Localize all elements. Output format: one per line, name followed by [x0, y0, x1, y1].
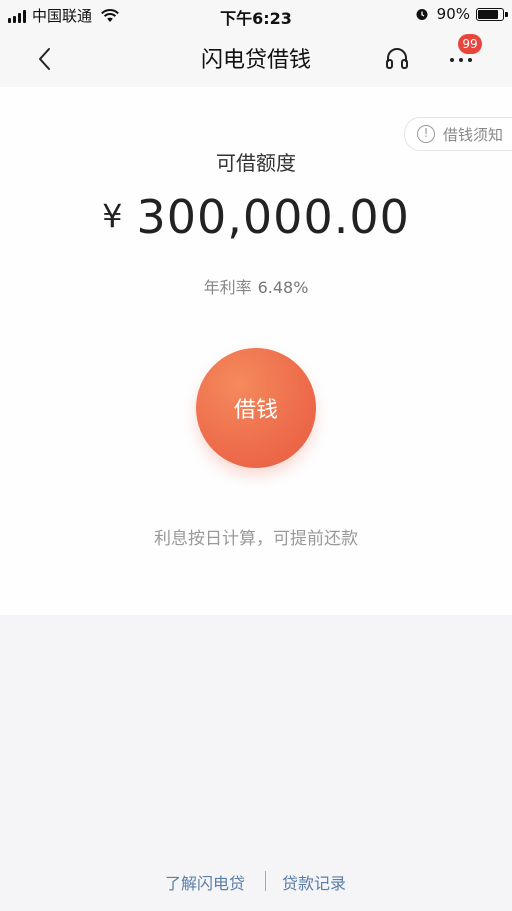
currency-symbol: ¥	[102, 197, 123, 235]
available-limit-label: 可借额度	[216, 151, 296, 175]
amount-value: 300,000.00	[136, 190, 410, 244]
annual-rate: 年利率 6.48%	[0, 274, 512, 298]
page-title: 闪电贷借钱	[200, 48, 311, 73]
battery-percent: 90%	[436, 5, 470, 23]
battery-fill	[478, 9, 498, 19]
battery-icon	[476, 7, 508, 21]
customer-service-button[interactable]	[382, 44, 412, 74]
footer-divider	[265, 871, 266, 891]
footer-links: 了解闪电贷 贷款记录	[0, 870, 512, 894]
available-amount: ¥300,000.00	[0, 190, 512, 244]
alarm-icon	[416, 9, 428, 20]
rate-label: 年利率	[203, 278, 252, 297]
interest-note: 利息按日计算，可提前还款	[154, 529, 358, 549]
loan-records-link[interactable]: 贷款记录	[282, 870, 346, 894]
status-right: 90%	[415, 5, 508, 23]
notification-badge: 99	[458, 34, 482, 54]
headset-icon	[386, 48, 408, 69]
rate-value: 6.48%	[257, 278, 309, 297]
learn-more-link[interactable]: 了解闪电贷	[165, 870, 245, 894]
borrow-button-label: 借钱	[233, 398, 278, 423]
status-bar: 中国联通 下午6:23 90%	[0, 0, 512, 30]
borrow-notice-label: 借钱须知	[442, 125, 503, 144]
info-icon: !	[416, 125, 435, 143]
borrow-button[interactable]: 借钱	[196, 348, 316, 468]
borrow-notice-button[interactable]: ! 借钱须知	[403, 117, 512, 151]
nav-bar: 闪电贷借钱	[0, 30, 512, 87]
loan-card: ! 借钱须知 可借额度 ¥300,000.00 年利率 6.48% 借钱 利息按日…	[0, 87, 512, 615]
more-dots-icon	[450, 58, 472, 62]
